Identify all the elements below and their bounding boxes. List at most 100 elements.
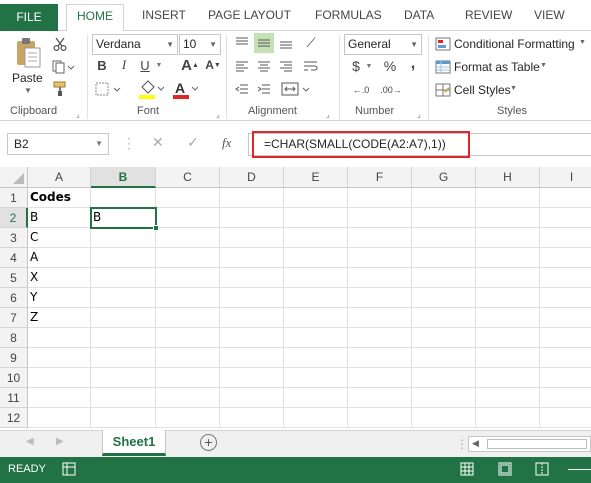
cell-e3[interactable] [284,228,348,248]
cell-e9[interactable] [284,348,348,368]
tab-data[interactable]: DATA [404,8,434,22]
tab-split-handle-icon[interactable]: ⋮ [456,437,468,451]
formula-input[interactable]: =CHAR(SMALL(CODE(A2:A7),1)) [252,131,470,158]
tab-insert[interactable]: INSERT [142,8,186,22]
cell-d9[interactable] [220,348,284,368]
cell-d11[interactable] [220,388,284,408]
cell-styles-button[interactable]: Cell Styles [454,83,511,97]
cell-e2[interactable] [284,208,348,228]
cell-i2[interactable] [540,208,591,228]
row-header-6[interactable]: 6 [0,288,28,308]
cell-h4[interactable] [476,248,540,268]
cell-g7[interactable] [412,308,476,328]
cell-i4[interactable] [540,248,591,268]
cell-a2[interactable]: B [28,208,91,228]
borders-icon[interactable] [93,80,123,98]
orientation-icon[interactable]: ⟋ [300,33,322,53]
cell-c8[interactable] [156,328,220,348]
cell-d10[interactable] [220,368,284,388]
wrap-text-icon[interactable] [300,56,322,76]
number-format-select[interactable]: General ▼ [344,34,422,55]
decrease-decimal-icon[interactable]: .00→ [378,81,404,99]
align-middle-icon[interactable] [254,33,274,53]
cell-h9[interactable] [476,348,540,368]
chevron-down-icon[interactable]: ▼ [579,39,586,46]
cell-d7[interactable] [220,308,284,328]
font-launcher-icon[interactable]: ⌟ [216,110,220,119]
cell-f2[interactable] [348,208,412,228]
column-header-c[interactable]: C [156,167,220,188]
cell-h7[interactable] [476,308,540,328]
cell-b12[interactable] [91,408,156,428]
cell-h10[interactable] [476,368,540,388]
cell-d12[interactable] [220,408,284,428]
cell-a9[interactable] [28,348,91,368]
font-size-select[interactable]: 10 ▼ [179,34,221,55]
horizontal-scrollbar[interactable]: ◀ [468,436,591,452]
cancel-icon[interactable]: ✕ [152,134,164,151]
tab-view[interactable]: VIEW [534,8,565,22]
paste-button[interactable]: Paste [12,71,43,85]
clipboard-launcher-icon[interactable]: ⌟ [76,110,80,119]
cell-a12[interactable] [28,408,91,428]
row-header-11[interactable]: 11 [0,388,28,408]
cell-i12[interactable] [540,408,591,428]
enter-check-icon[interactable]: ✓ [187,134,199,151]
percent-button[interactable]: % [380,57,400,75]
conditional-formatting-icon[interactable] [434,36,452,52]
format-as-table-button[interactable]: Format as Table [454,60,540,74]
cell-c9[interactable] [156,348,220,368]
cell-c3[interactable] [156,228,220,248]
worksheet-grid[interactable]: ABCDEFGHI 1 2 3 4 5 6 7 8 9 10 11 12 Codes B B C A X Y Z [0,167,591,430]
cell-c4[interactable] [156,248,220,268]
align-right-icon[interactable] [276,56,296,76]
tab-review[interactable]: REVIEW [465,8,512,22]
column-header-e[interactable]: E [284,167,348,188]
cell-b4[interactable] [91,248,156,268]
cell-e6[interactable] [284,288,348,308]
cell-g3[interactable] [412,228,476,248]
cell-g1[interactable] [412,188,476,208]
row-header-3[interactable]: 3 [0,228,28,248]
cell-i6[interactable] [540,288,591,308]
column-header-d[interactable]: D [220,167,284,188]
cell-g10[interactable] [412,368,476,388]
cell-h12[interactable] [476,408,540,428]
cell-g5[interactable] [412,268,476,288]
drag-handle-icon[interactable]: ⋮ [122,135,137,152]
name-box[interactable]: B2 ▼ [7,133,109,155]
cell-a10[interactable] [28,368,91,388]
column-header-i[interactable]: I [540,167,591,188]
cell-e8[interactable] [284,328,348,348]
insert-function-button[interactable]: fx [222,135,231,151]
row-header-4[interactable]: 4 [0,248,28,268]
currency-button[interactable]: $ [346,57,366,75]
cell-d8[interactable] [220,328,284,348]
cell-f7[interactable] [348,308,412,328]
cell-a4[interactable]: A [28,248,91,268]
cell-e4[interactable] [284,248,348,268]
format-as-table-icon[interactable] [434,59,452,75]
zoom-slider[interactable] [568,469,591,470]
cell-i9[interactable] [540,348,591,368]
cell-a1[interactable]: Codes [28,188,91,208]
cell-c11[interactable] [156,388,220,408]
row-header-7[interactable]: 7 [0,308,28,328]
cell-f11[interactable] [348,388,412,408]
cell-c10[interactable] [156,368,220,388]
cell-b1[interactable] [91,188,156,208]
cell-c2[interactable] [156,208,220,228]
cell-d6[interactable] [220,288,284,308]
cell-a11[interactable] [28,388,91,408]
cell-i11[interactable] [540,388,591,408]
tab-file[interactable]: FILE [0,4,58,31]
paste-chevron-down-icon[interactable]: ▼ [24,86,32,95]
bold-button[interactable]: B [93,56,111,74]
chevron-down-icon[interactable]: ▼ [540,62,547,69]
cell-c12[interactable] [156,408,220,428]
scroll-right-icon[interactable]: ▶ [56,436,64,447]
scrollbar-thumb[interactable] [487,439,587,449]
font-color-icon[interactable]: A [170,78,200,100]
column-header-b[interactable]: B [91,167,156,188]
cell-c6[interactable] [156,288,220,308]
